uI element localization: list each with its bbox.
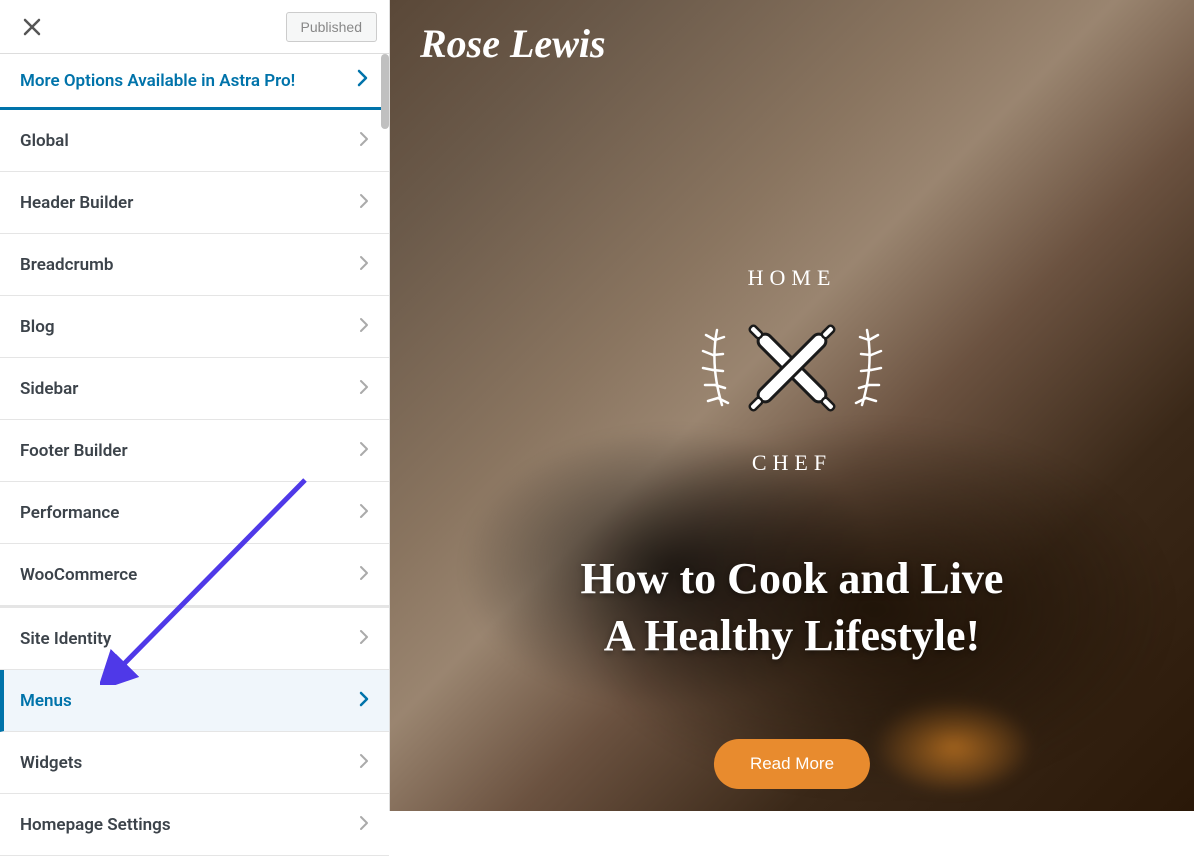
menu-item-label: Site Identity bbox=[20, 629, 111, 649]
chevron-right-icon bbox=[359, 688, 369, 713]
menu-item-performance[interactable]: Performance bbox=[0, 482, 389, 544]
chevron-right-icon bbox=[359, 190, 369, 215]
menu-item-header-builder[interactable]: Header Builder bbox=[0, 172, 389, 234]
chevron-right-icon bbox=[359, 314, 369, 339]
sidebar-header: Published bbox=[0, 0, 389, 54]
promo-astra-pro[interactable]: More Options Available in Astra Pro! bbox=[0, 54, 389, 110]
badge-top-text: HOME bbox=[748, 265, 837, 290]
chevron-right-icon bbox=[359, 750, 369, 775]
hero-badge: HOME CHEF bbox=[682, 255, 902, 479]
chevron-right-icon bbox=[359, 128, 369, 153]
menu-item-label: Widgets bbox=[20, 753, 82, 773]
hero-heading-line1: How to Cook and Live bbox=[390, 550, 1194, 607]
close-icon[interactable] bbox=[12, 7, 52, 47]
menu-item-footer-builder[interactable]: Footer Builder bbox=[0, 420, 389, 482]
hero-heading: How to Cook and Live A Healthy Lifestyle… bbox=[390, 550, 1194, 664]
badge-bottom-text: CHEF bbox=[752, 450, 832, 475]
chevron-right-icon bbox=[359, 376, 369, 401]
menu-item-label: Homepage Settings bbox=[20, 815, 171, 835]
menu-item-breadcrumb[interactable]: Breadcrumb bbox=[0, 234, 389, 296]
menu-item-label: Blog bbox=[20, 317, 55, 337]
menu-item-label: Global bbox=[20, 131, 69, 151]
promo-label: More Options Available in Astra Pro! bbox=[20, 71, 295, 91]
menu-item-woocommerce[interactable]: WooCommerce bbox=[0, 544, 389, 606]
menu-item-menus[interactable]: Menus bbox=[0, 670, 389, 732]
chevron-right-icon bbox=[359, 252, 369, 277]
menu-item-sidebar[interactable]: Sidebar bbox=[0, 358, 389, 420]
published-button[interactable]: Published bbox=[286, 12, 378, 42]
menu-item-blog[interactable]: Blog bbox=[0, 296, 389, 358]
chevron-right-icon bbox=[357, 68, 369, 93]
menu-item-label: Header Builder bbox=[20, 193, 133, 213]
menu-item-label: Footer Builder bbox=[20, 441, 128, 461]
menu-item-label: Performance bbox=[20, 503, 119, 523]
preview-pane: Rose Lewis HOME CHEF bbox=[390, 0, 1194, 811]
read-more-button[interactable]: Read More bbox=[714, 739, 870, 789]
menu-section-theme: Global Header Builder Breadcrumb Blog Si… bbox=[0, 110, 389, 606]
site-logo[interactable]: Rose Lewis bbox=[420, 20, 606, 67]
chevron-right-icon bbox=[359, 438, 369, 463]
menu-item-site-identity[interactable]: Site Identity bbox=[0, 608, 389, 670]
menu-section-wp: Site Identity Menus Widgets Homepage Set… bbox=[0, 608, 389, 856]
menu-item-widgets[interactable]: Widgets bbox=[0, 732, 389, 794]
scrollbar-thumb[interactable] bbox=[381, 54, 389, 129]
menu-item-label: Sidebar bbox=[20, 379, 78, 399]
chevron-right-icon bbox=[359, 812, 369, 837]
hero-heading-line2: A Healthy Lifestyle! bbox=[390, 607, 1194, 664]
chevron-right-icon bbox=[359, 562, 369, 587]
menu-item-homepage-settings[interactable]: Homepage Settings bbox=[0, 794, 389, 856]
scrollbar[interactable] bbox=[379, 54, 389, 811]
menu-item-label: WooCommerce bbox=[20, 565, 137, 585]
menu-item-label: Menus bbox=[20, 691, 72, 711]
customizer-sidebar: Published More Options Available in Astr… bbox=[0, 0, 390, 811]
chevron-right-icon bbox=[359, 500, 369, 525]
chevron-right-icon bbox=[359, 626, 369, 651]
menu-item-global[interactable]: Global bbox=[0, 110, 389, 172]
menu-item-label: Breadcrumb bbox=[20, 255, 113, 275]
